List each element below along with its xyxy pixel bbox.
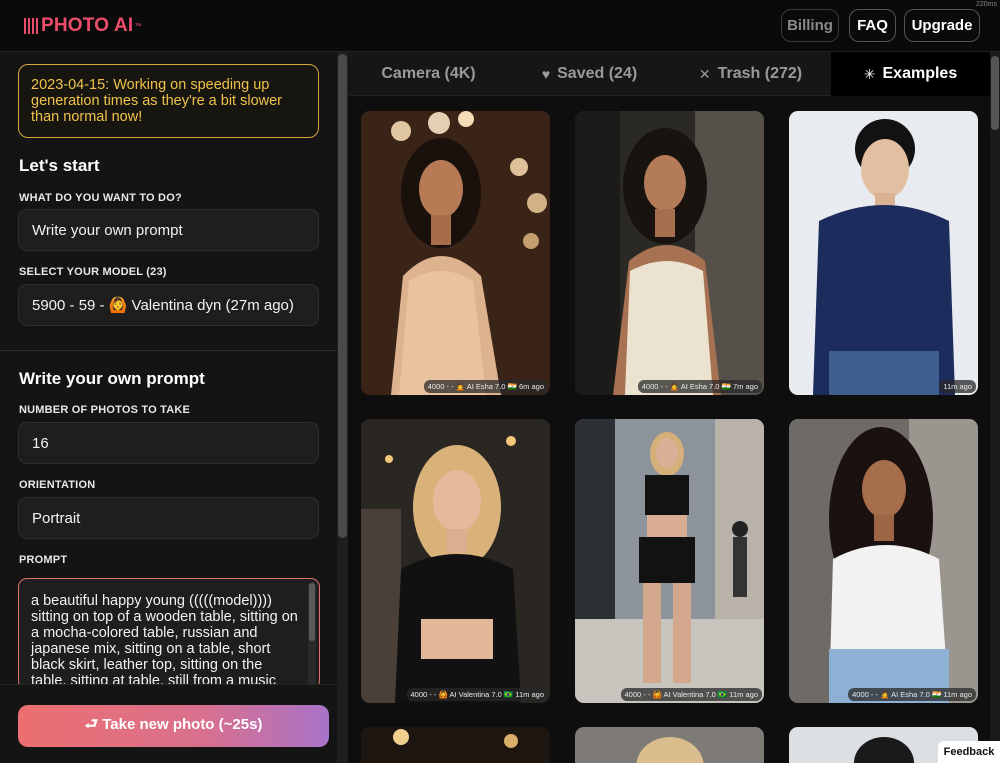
task-label: WHAT DO YOU WANT TO DO? — [19, 192, 182, 204]
top-header: PHOTO AI ™ 220ms Billing FAQ Upgrade — [0, 0, 1000, 52]
gallery-photo-5[interactable]: 4000 - - 🙆 AI Valentina 7.0 🇧🇷 11m ago — [575, 419, 764, 703]
orientation-select[interactable]: Portrait — [18, 497, 319, 539]
lets-start-heading: Let's start — [19, 156, 100, 175]
billing-button[interactable]: Billing — [781, 9, 839, 42]
main-panel: Camera (4K) ♥ Saved (24) ✕ Trash (272) ✳… — [348, 52, 1000, 763]
photo-meta: 4000 - - 🙍 AI Esha 7.0 🇮🇳 7m ago — [637, 380, 762, 393]
portrait-woman-white-tee-image — [789, 419, 978, 703]
photo-ai-logo[interactable]: PHOTO AI ™ — [24, 15, 141, 37]
x-icon: ✕ — [698, 65, 711, 82]
tab-bar: Camera (4K) ♥ Saved (24) ✕ Trash (272) ✳… — [348, 52, 990, 96]
gallery-photo-4[interactable]: 4000 - - 🙆 AI Valentina 7.0 🇧🇷 11m ago — [361, 419, 550, 703]
action-bar: ⮐ Take new photo (~25s) — [0, 684, 337, 763]
gallery-photo-3[interactable]: 11m ago — [789, 111, 978, 395]
prompt-scrollbar[interactable] — [308, 582, 316, 686]
write-prompt-heading: Write your own prompt — [19, 369, 205, 388]
portrait-woman-black-top-image — [361, 419, 550, 703]
feedback-button[interactable]: Feedback — [938, 741, 1000, 763]
gallery-photo-2[interactable]: 4000 - - 🙍 AI Esha 7.0 🇮🇳 7m ago — [575, 111, 764, 395]
sparkle-icon: ✳ — [863, 65, 876, 82]
photo-meta: 4000 - - 🙆 AI Valentina 7.0 🇧🇷 11m ago — [406, 688, 548, 701]
photo-meta: 4000 - - 🙆 AI Valentina 7.0 🇧🇷 11m ago — [620, 688, 762, 701]
gallery-photo-1[interactable]: 4000 - - 🙍 AI Esha 7.0 🇮🇳 6m ago — [361, 111, 550, 395]
model-select[interactable]: 5900 - 59 - 🙆 Valentina dyn (27m ago) — [18, 284, 319, 326]
logo-trademark: ™ — [134, 22, 142, 30]
tab-saved-label: Saved (24) — [557, 65, 638, 82]
heart-icon: ♥ — [541, 66, 551, 82]
prompt-text: a beautiful happy young (((((model)))) s… — [31, 593, 298, 689]
tab-camera-label: Camera (4K) — [381, 65, 476, 82]
logo-bars-icon — [24, 18, 38, 34]
render-time-badge: 220ms — [975, 1, 997, 8]
take-new-photo-button[interactable]: ⮐ Take new photo (~25s) — [18, 705, 329, 747]
gallery-scrollbar[interactable] — [990, 52, 1000, 763]
sidebar-scrollbar[interactable] — [337, 52, 347, 763]
street-woman-walking-image — [575, 419, 764, 703]
orientation-label: ORIENTATION — [19, 479, 96, 491]
photo-count-label: NUMBER OF PHOTOS TO TAKE — [19, 404, 191, 416]
portrait-woman-white-dress-image — [575, 111, 764, 395]
tab-examples[interactable]: ✳ Examples — [831, 52, 990, 96]
status-notice: 2023-04-15: Working on speeding up gener… — [18, 64, 319, 138]
tab-trash-label: Trash (272) — [717, 65, 803, 82]
sidebar: 2023-04-15: Working on speeding up gener… — [0, 52, 348, 763]
portrait-man-blue-sweater-image — [789, 111, 978, 395]
model-label: SELECT YOUR MODEL (23) — [19, 266, 167, 278]
task-select[interactable]: Write your own prompt — [18, 209, 319, 251]
portrait-woman-satin-dress-image — [361, 111, 550, 395]
photo-meta: 4000 - - 🙍 AI Esha 7.0 🇮🇳 11m ago — [848, 688, 976, 701]
gallery-photo-8[interactable] — [575, 727, 764, 763]
photo-count-input[interactable]: 16 — [18, 422, 319, 464]
upgrade-button[interactable]: Upgrade — [904, 9, 980, 42]
tab-saved[interactable]: ♥ Saved (24) — [509, 52, 670, 96]
logo-text: PHOTO AI — [41, 15, 134, 36]
photo-meta: 4000 - - 🙍 AI Esha 7.0 🇮🇳 6m ago — [423, 380, 548, 393]
partial-photo-blonde-image — [575, 727, 764, 763]
faq-button[interactable]: FAQ — [849, 9, 896, 42]
section-divider — [0, 350, 337, 351]
partial-photo-dark-image — [361, 727, 550, 763]
tab-trash[interactable]: ✕ Trash (272) — [670, 52, 831, 96]
gallery-photo-6[interactable]: 4000 - - 🙍 AI Esha 7.0 🇮🇳 11m ago — [789, 419, 978, 703]
tab-examples-label: Examples — [882, 65, 958, 82]
tab-camera[interactable]: Camera (4K) — [348, 52, 509, 96]
gallery-photo-7[interactable] — [361, 727, 550, 763]
photo-meta: 11m ago — [939, 380, 976, 393]
prompt-label: PROMPT — [19, 554, 68, 566]
prompt-textarea[interactable]: a beautiful happy young (((((model)))) s… — [18, 578, 320, 690]
